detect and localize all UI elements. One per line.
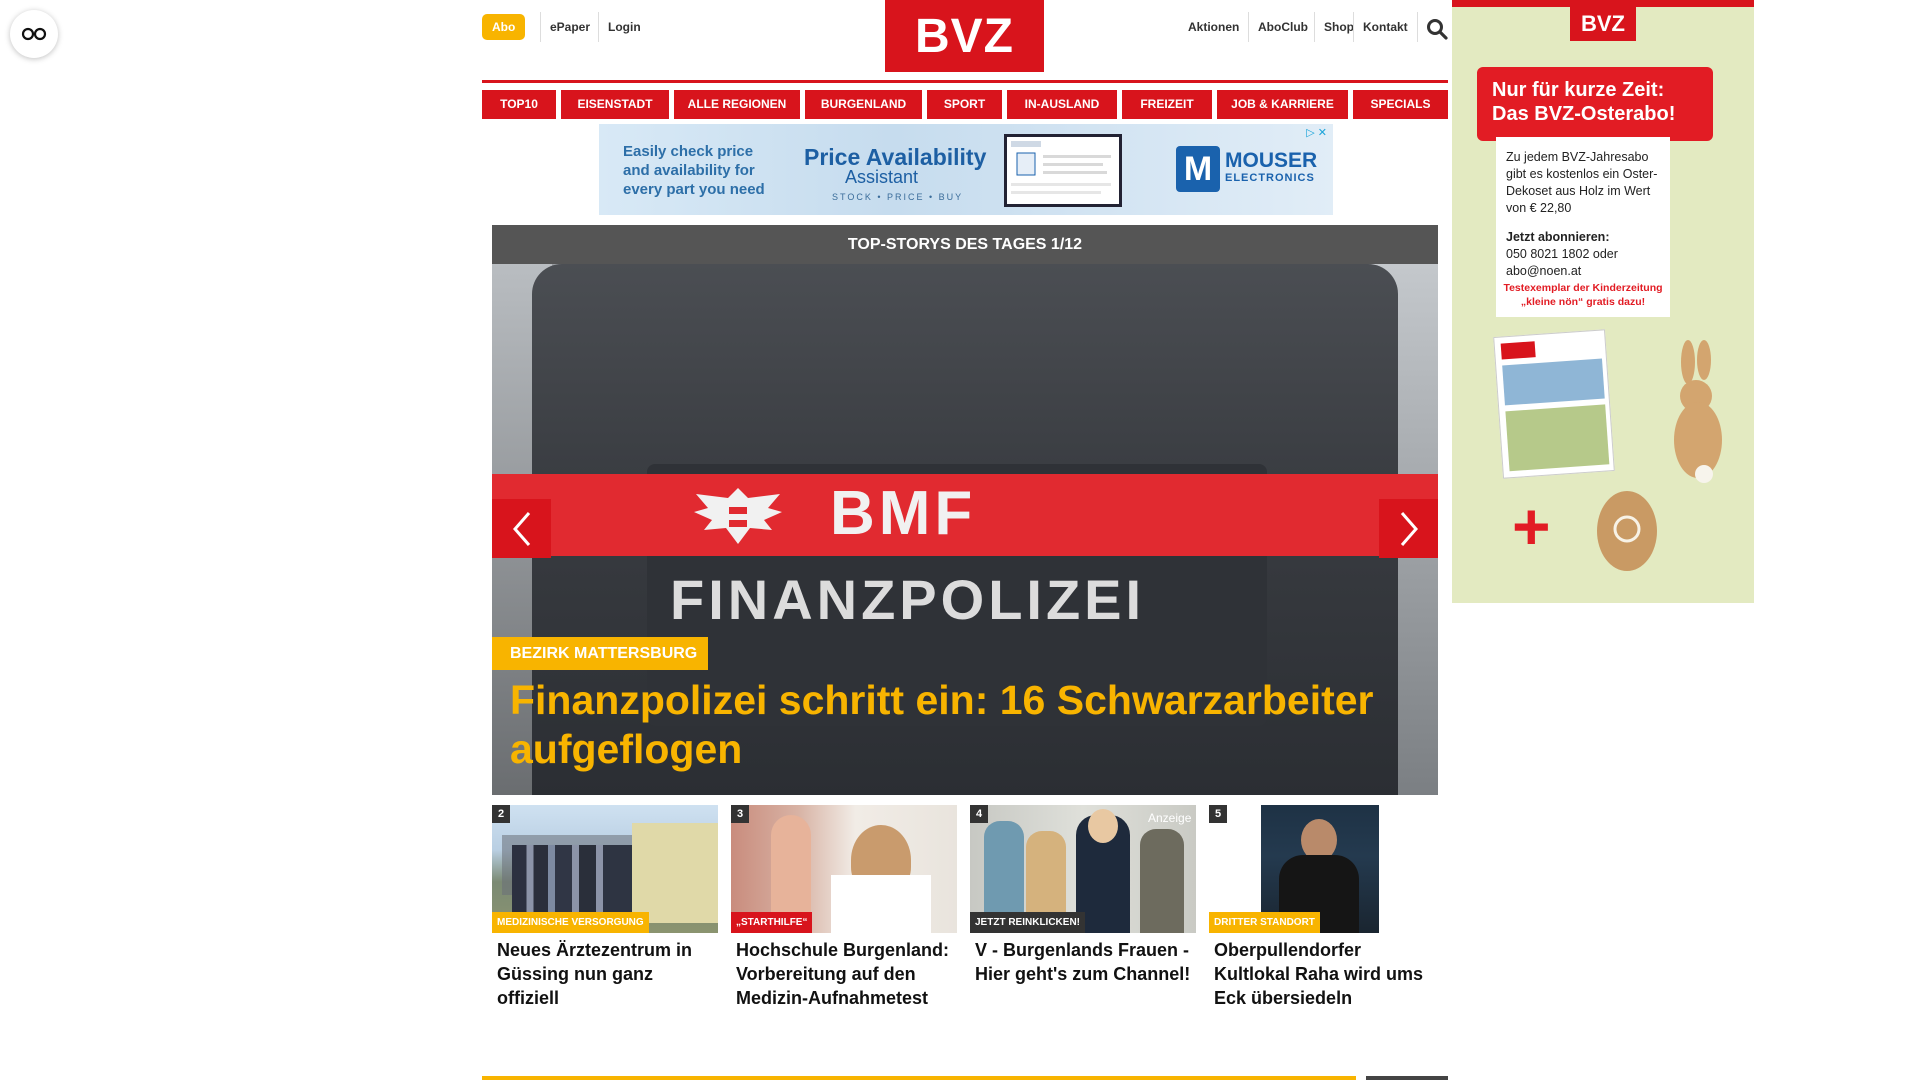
page-container: Abo ePaper Login Aktionen AboClub Shop K… [482,0,1448,1080]
mouser-brand: MOUSER [1225,149,1318,172]
epaper-link[interactable]: ePaper [541,10,599,44]
aboclub-link[interactable]: AboClub [1249,10,1317,44]
teaser-category: JETZT REINKLICKEN! [970,912,1085,933]
nav-item-specials[interactable]: SPECIALS [1353,90,1448,119]
top-stories-header: TOP-STORYS DES TAGES 1/12 [492,225,1438,264]
ad-headline-2: Das BVZ-Osterabo! [1492,103,1676,125]
screen-graphic-icon [1011,141,1111,194]
hero-category-badge[interactable]: BEZIRK MATTERSBURG [492,637,709,670]
abo-button[interactable]: Abo [482,14,526,40]
nav-item-job-karriere[interactable]: JOB & KARRIERE [1217,90,1348,119]
teaser-number: 5 [1209,805,1227,823]
kontakt-link[interactable]: Kontakt [1354,10,1417,44]
plus-sign: + [1512,489,1551,563]
teaser-number: 2 [492,805,510,823]
ad-kinder-line-1: Testexemplar der Kinderzeitung [1503,282,1663,294]
teaser-category: „STARTHILFE“ [731,912,813,933]
main-nav: TOP10 EISENSTADT ALLE REGIONEN BURGENLAN… [482,90,1448,119]
mouser-ad-banner[interactable]: Easily check price and availability for … [599,124,1333,215]
section-divider [482,1076,1356,1080]
eagle-emblem-icon [694,488,782,544]
glasses-icon [21,27,47,41]
teaser-title[interactable]: V - Burgenlands Frauen - Hier geht's zum… [975,938,1197,986]
nav-item-freizeit[interactable]: FREIZEIT [1122,90,1212,119]
slider-prev-button[interactable] [492,499,551,558]
nav-item-top10[interactable]: TOP10 [482,90,556,119]
egg-decoration-icon [1597,491,1657,571]
mouser-logo: M [1176,146,1220,192]
ad-cta-title: Jetzt abonnieren: [1506,230,1610,244]
nav-item-eisenstadt[interactable]: EISENSTADT [561,90,669,119]
teaser-title[interactable]: Oberpullendorfer Kultlokal Raha wird ums… [1214,938,1436,1010]
bvz-logo[interactable]: BVZ [885,0,1044,72]
ad-cta-body[interactable]: 050 8021 1802 oder abo@noen.at [1506,246,1660,280]
teaser-title[interactable]: Neues Ärztezentrum in Güssing nun ganz o… [497,938,719,1010]
bvz-ad-logo: BVZ [1570,6,1636,41]
nav-item-alle-regionen[interactable]: ALLE REGIONEN [674,90,800,119]
teaser-number: 3 [731,805,749,823]
accessibility-button[interactable] [10,10,58,58]
ad-subtitle: Assistant [845,167,919,187]
nav-item-sport[interactable]: SPORT [927,90,1002,119]
ad-choices-icon[interactable]: ▷ ✕ [1306,126,1327,139]
teaser-category: DRITTER STANDORT [1209,912,1320,933]
monitor-image [1004,134,1122,207]
ad-label: Anzeige [1148,811,1192,825]
nav-item-in-ausland[interactable]: IN-AUSLAND [1007,90,1117,119]
teaser-number: 4 [970,805,988,823]
ad-kinder-note: Testexemplar der Kinderzeitung „kleine n… [1496,281,1670,309]
finanzpolizei-patch-text: FINANZPOLIZEI [670,568,1146,631]
ad-headline-1: Nur für kurze Zeit: [1492,79,1665,101]
nav-item-burgenland[interactable]: BURGENLAND [805,90,922,119]
chevron-right-icon [1400,511,1418,546]
ad-body: Zu jedem BVZ-Jahresabo gibt es kostenlos… [1506,150,1658,215]
header-divider [482,80,1448,83]
bunny-decoration-icon [1674,340,1722,483]
chevron-left-icon [512,511,530,546]
login-link[interactable]: Login [599,10,650,44]
teaser-title[interactable]: Hochschule Burgenland: Vorbereitung auf … [736,938,958,1010]
divider [1417,12,1418,42]
hero-headline[interactable]: Finanzpolizei schritt ein: 16 Schwarzarb… [510,676,1410,774]
teaser-category: MEDIZINISCHE VERSORGUNG [492,912,649,933]
ad-text: Easily check price and availability for … [623,143,765,198]
section-divider [1366,1076,1448,1080]
ad-tagline: STOCK • PRICE • BUY [832,192,964,202]
slider-next-button[interactable] [1379,499,1438,558]
ad-headline-banner: Nur für kurze Zeit: Das BVZ-Osterabo! [1477,67,1713,141]
ad-kinder-line-2: „kleine nön“ gratis dazu! [1520,296,1646,308]
aktionen-link[interactable]: Aktionen [1179,10,1248,44]
mouser-brand-sub: ELECTRONICS [1225,172,1315,184]
bmf-patch-text: BMF [830,479,977,548]
search-icon[interactable] [1426,18,1448,40]
bvz-osterabo-ad[interactable]: BVZ Nur für kurze Zeit: Das BVZ-Osterabo… [1452,0,1754,603]
newspaper-image [1493,329,1615,479]
